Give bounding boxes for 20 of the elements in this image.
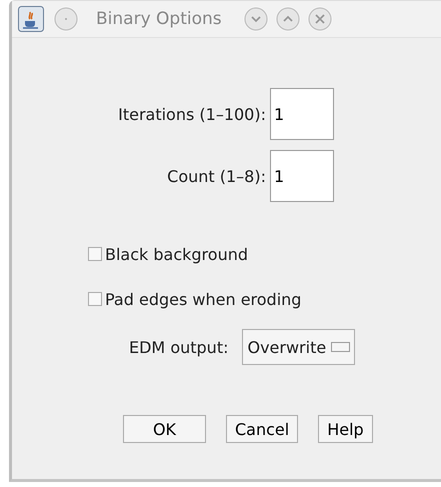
dropdown-indicator-icon xyxy=(331,342,350,352)
close-icon[interactable] xyxy=(308,7,332,31)
coffee-cup-icon[interactable] xyxy=(18,6,44,32)
window-title: Binary Options xyxy=(96,9,222,29)
checkbox[interactable] xyxy=(88,292,102,306)
minimize-icon[interactable] xyxy=(244,7,268,31)
input-field[interactable]: 1 xyxy=(270,88,334,140)
dialog-button[interactable]: OK xyxy=(123,415,206,443)
maximize-icon[interactable] xyxy=(276,7,300,31)
dialog-button[interactable]: Cancel xyxy=(226,415,298,443)
dropdown[interactable]: Overwrite xyxy=(242,329,356,365)
dropdown-label: EDM output: xyxy=(129,338,228,356)
menu-circle-icon[interactable] xyxy=(54,7,78,31)
dialog-button[interactable]: Help xyxy=(318,415,373,443)
checkbox-label: Black background xyxy=(105,244,248,264)
field-label: Count (1–8): xyxy=(166,166,267,186)
checkbox[interactable] xyxy=(88,247,102,261)
field-label: Iterations (1–100): xyxy=(117,104,267,124)
input-field[interactable]: 1 xyxy=(270,150,334,202)
checkbox-label: Pad edges when eroding xyxy=(105,290,302,308)
